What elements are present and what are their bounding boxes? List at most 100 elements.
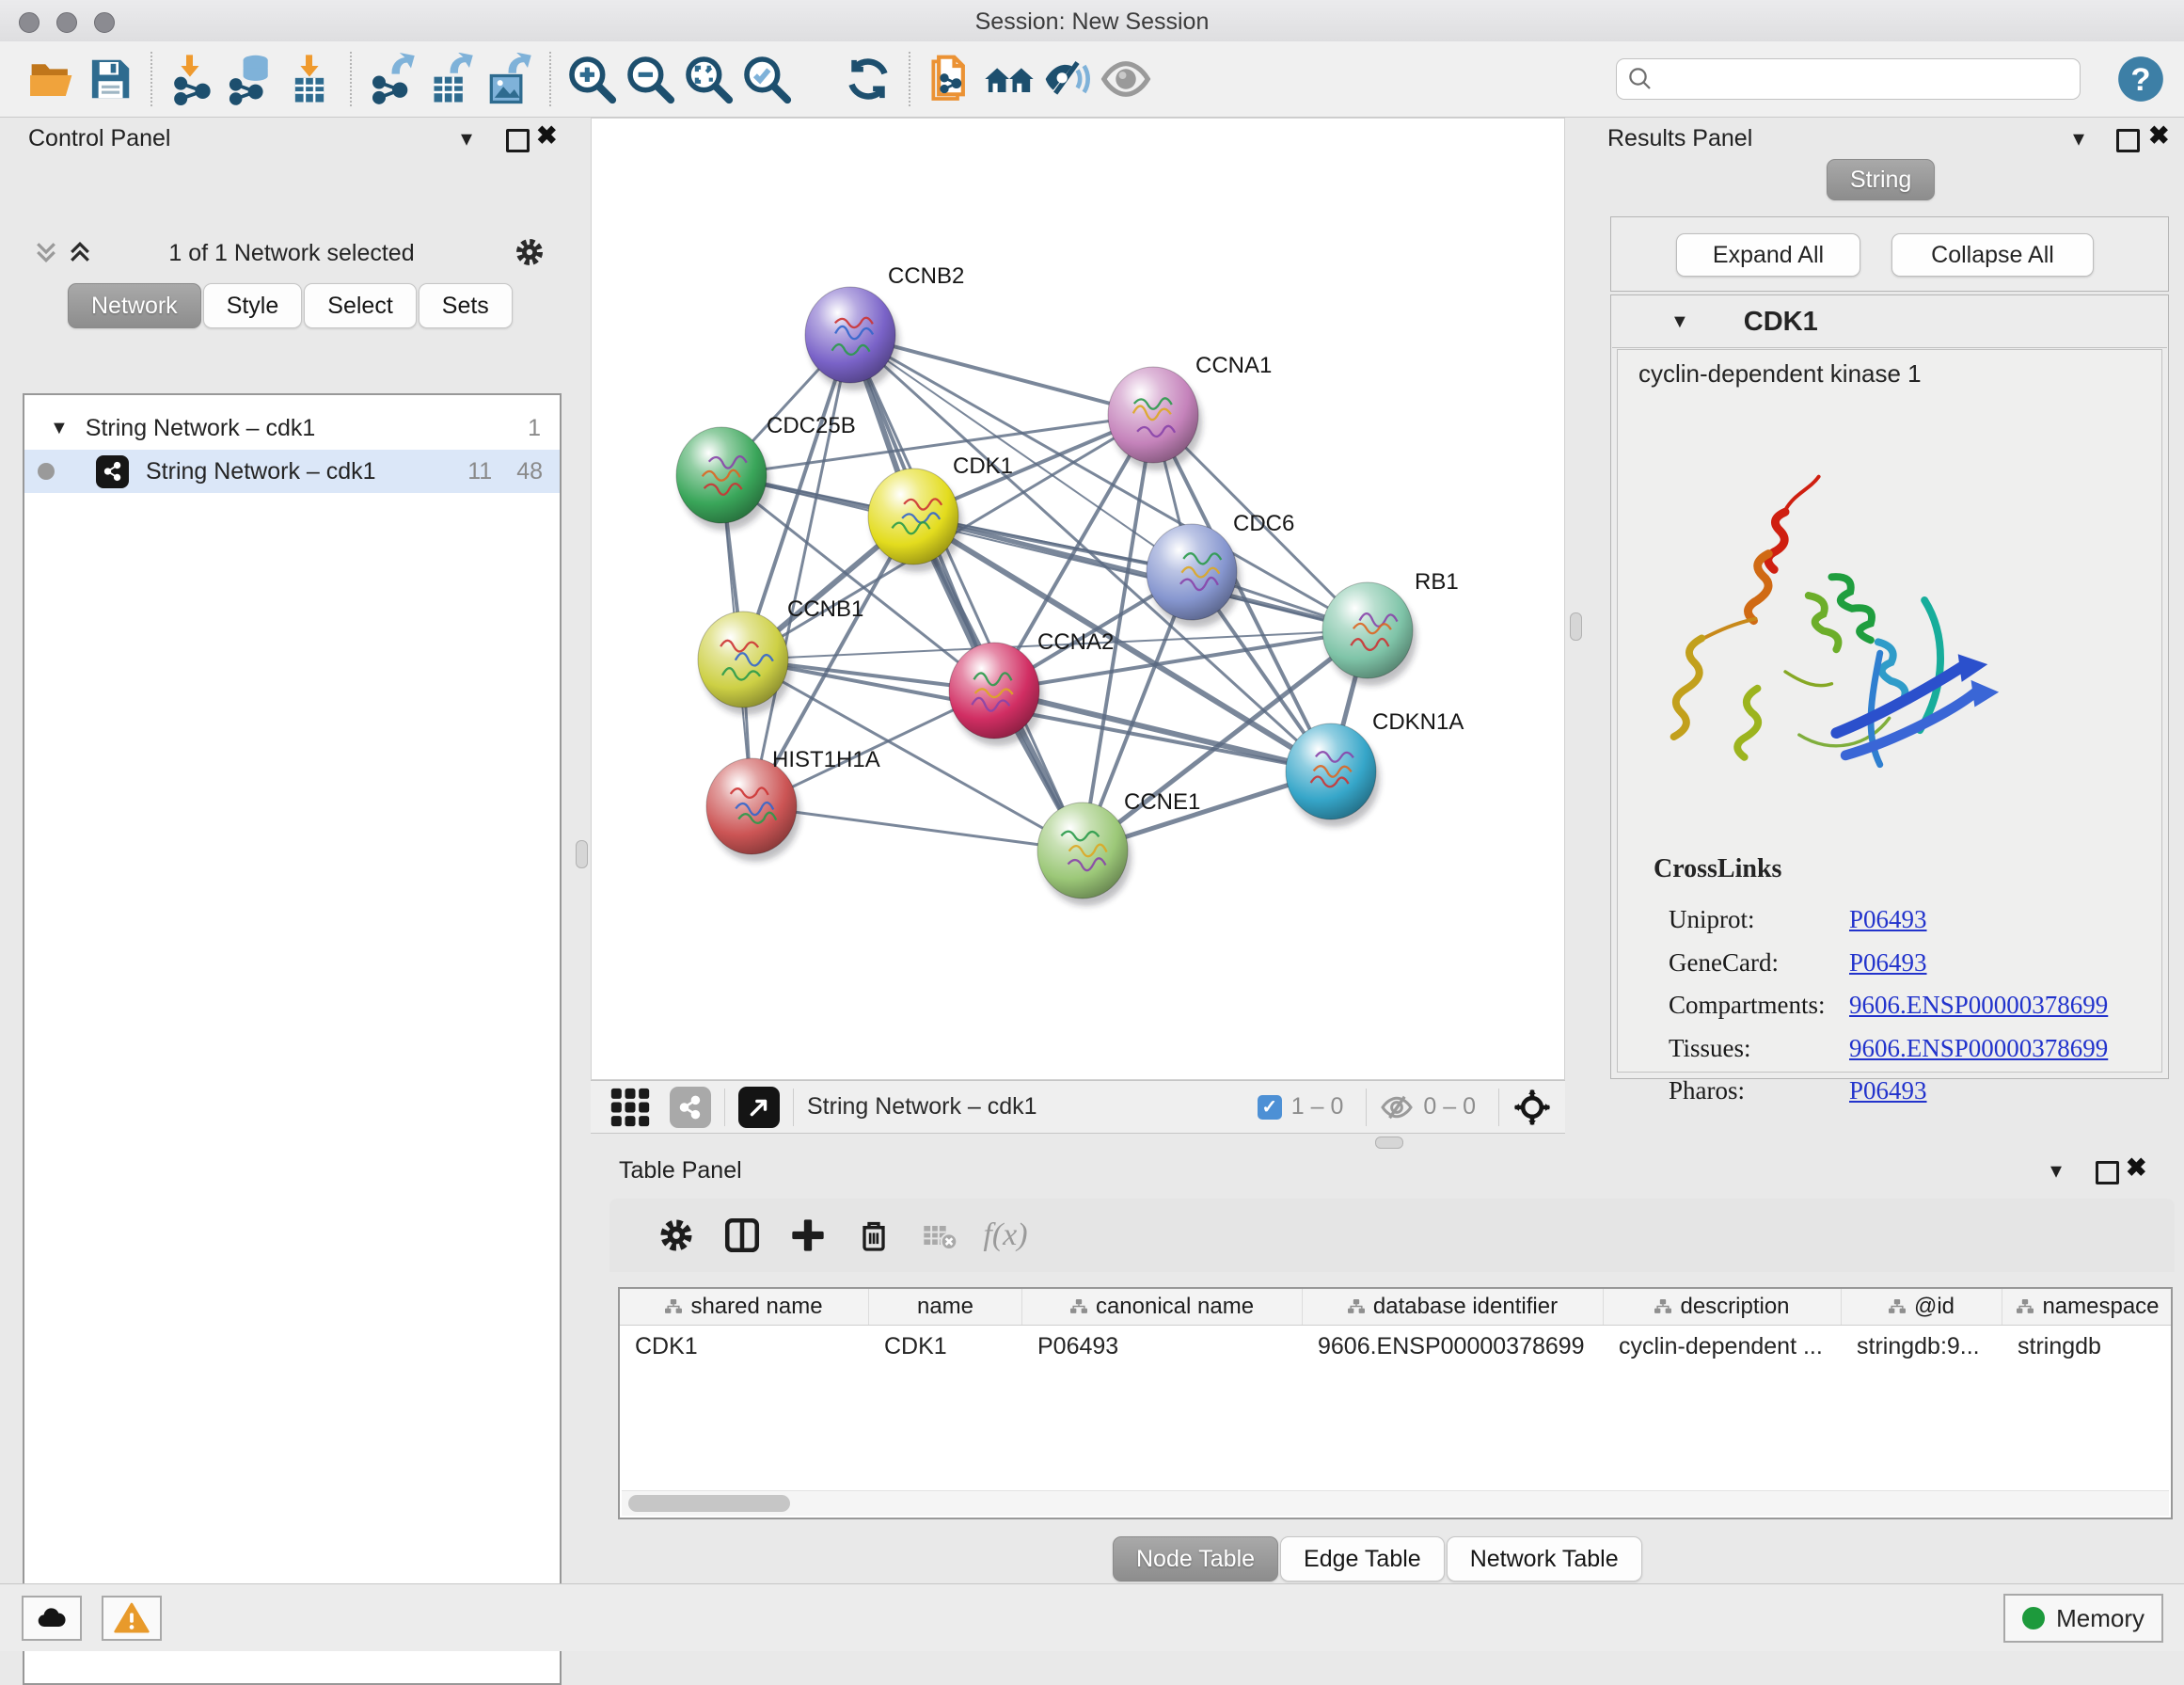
export-image-icon[interactable] — [480, 50, 538, 108]
gene-section-header[interactable]: ▼ CDK1 — [1612, 296, 2167, 348]
delete-column-icon[interactable] — [841, 1207, 907, 1264]
add-column-icon[interactable] — [775, 1207, 841, 1264]
network-node-CCNA1[interactable]: CCNA1 — [1108, 353, 1272, 470]
birdseye-crosshair-icon[interactable] — [1512, 1088, 1552, 1127]
crosslink-compartments-link[interactable]: 9606.ENSP00000378699 — [1849, 991, 2108, 1020]
control-panel-title: Control Panel — [28, 125, 170, 152]
home-icon[interactable] — [980, 50, 1038, 108]
network-collection-row[interactable]: ▼ String Network – cdk1 1 — [24, 406, 560, 450]
column-header-name[interactable]: name — [869, 1289, 1022, 1325]
expand-all-chevron-icon[interactable] — [66, 238, 94, 266]
collapse-all-chevron-icon[interactable] — [32, 238, 60, 266]
search-input[interactable] — [1654, 65, 2070, 93]
delete-table-icon[interactable] — [907, 1207, 973, 1264]
network-row-selected[interactable]: String Network – cdk1 11 48 — [24, 450, 560, 493]
network-node-HIST1H1A[interactable]: HIST1H1A — [706, 747, 880, 862]
import-network-from-file-icon[interactable] — [164, 50, 222, 108]
hidden-eye-icon[interactable] — [1380, 1090, 1414, 1124]
import-table-from-file-icon[interactable] — [280, 50, 339, 108]
cloud-status-button[interactable] — [22, 1596, 82, 1641]
control-panel-float-icon[interactable] — [506, 129, 530, 157]
table-cell[interactable]: CDK1 — [620, 1326, 869, 1367]
export-table-icon[interactable] — [421, 50, 480, 108]
scrollbar-thumb[interactable] — [628, 1495, 790, 1512]
network-node-CDC6[interactable]: CDC6 — [1147, 511, 1294, 628]
crosslink-pharos-link[interactable]: P06493 — [1849, 1076, 1927, 1105]
network-node-CDC25B[interactable]: CDC25B — [676, 413, 856, 531]
network-list: ▼ String Network – cdk1 1 String Network… — [23, 393, 562, 1685]
edge-HIST1H1A-CCNE1[interactable] — [752, 806, 1083, 850]
memory-button[interactable]: Memory — [2003, 1594, 2163, 1643]
search-icon — [1626, 65, 1654, 93]
tab-edge-table[interactable]: Edge Table — [1280, 1536, 1445, 1582]
results-panel-menu-caret-icon[interactable]: ▾ — [2073, 125, 2084, 152]
crosslink-tissues-link[interactable]: 9606.ENSP00000378699 — [1849, 1034, 2108, 1063]
network-view-toolbar: String Network – cdk1 ✓ 1 – 0 0 – 0 — [591, 1080, 1565, 1134]
network-node-CDKN1A[interactable]: CDKN1A — [1286, 709, 1464, 827]
right-splitter-handle[interactable] — [1570, 612, 1582, 641]
tab-node-table[interactable]: Node Table — [1113, 1536, 1278, 1582]
status-bar: Memory — [0, 1583, 2184, 1651]
node-label-RB1: RB1 — [1415, 569, 1459, 595]
control-panel-menu-caret-icon[interactable]: ▾ — [461, 125, 472, 152]
control-panel-close-icon[interactable]: ✖ — [536, 121, 558, 151]
results-panel-close-icon[interactable]: ✖ — [2148, 121, 2170, 151]
horizontal-splitter-handle[interactable] — [1375, 1137, 1403, 1149]
network-canvas[interactable]: CCNB2CCNA1CDC25BCDK1CDC6RB1CCNB1CCNA2CDK… — [591, 118, 1565, 1080]
crosslink-genecard-link[interactable]: P06493 — [1849, 948, 1927, 978]
expand-all-button[interactable]: Expand All — [1676, 233, 1860, 277]
import-network-from-database-icon[interactable] — [222, 50, 280, 108]
control-panel: Control Panel ▾ ✖ NetworkStyleSelectSets… — [0, 118, 591, 1583]
table-panel-title: Table Panel — [619, 1157, 742, 1184]
open-file-icon[interactable] — [23, 50, 81, 108]
zoom-out-icon[interactable] — [621, 50, 679, 108]
network-node-CCNB2[interactable]: CCNB2 — [805, 263, 964, 390]
toolbar-separator — [549, 52, 551, 106]
control-panel-tabs: NetworkStyleSelectSets — [68, 283, 514, 328]
tab-string[interactable]: String — [1827, 159, 1935, 200]
network-node-RB1[interactable]: RB1 — [1322, 569, 1459, 686]
toolbar-separator — [350, 52, 352, 106]
network-label: String Network – cdk1 — [146, 458, 376, 485]
open-in-window-icon[interactable] — [738, 1087, 780, 1128]
tab-sets[interactable]: Sets — [419, 283, 513, 328]
section-caret-icon[interactable]: ▼ — [1670, 311, 1689, 333]
selected-checkbox-icon[interactable]: ✓ — [1258, 1095, 1282, 1120]
tab-select[interactable]: Select — [304, 283, 416, 328]
string-view-icon[interactable] — [670, 1087, 711, 1128]
tree-caret-icon[interactable]: ▼ — [50, 418, 69, 439]
toolbar-separator — [1366, 1089, 1367, 1126]
table-cell[interactable]: 9606.ENSP00000378699 — [1303, 1326, 1604, 1367]
results-panel-float-icon[interactable] — [2116, 129, 2140, 157]
column-header-shared-name[interactable]: shared name — [620, 1289, 869, 1325]
node-label-CCNA2: CCNA2 — [1037, 629, 1114, 655]
edge-CCNB2-HIST1H1A[interactable] — [752, 335, 850, 806]
function-builder-icon[interactable]: f(x) — [973, 1207, 1038, 1264]
tab-network[interactable]: Network — [68, 283, 201, 328]
tab-style[interactable]: Style — [203, 283, 303, 328]
column-header-canonical-name[interactable]: canonical name — [1022, 1289, 1303, 1325]
eye-icon[interactable] — [1097, 50, 1155, 108]
edge-CCNA2-CDKN1A[interactable] — [994, 691, 1331, 771]
hide-graphics-details-icon[interactable] — [1038, 50, 1097, 108]
help-icon[interactable]: ? — [2114, 50, 2167, 108]
left-splitter-handle[interactable] — [576, 840, 588, 868]
export-network-icon[interactable] — [363, 50, 421, 108]
zoom-in-icon[interactable] — [562, 50, 621, 108]
warning-status-button[interactable] — [102, 1596, 162, 1641]
share-file-icon[interactable] — [922, 50, 980, 108]
grid-view-icon[interactable] — [609, 1087, 651, 1128]
table-cell[interactable]: P06493 — [1022, 1326, 1303, 1367]
refresh-icon[interactable] — [839, 50, 897, 108]
crosslink-uniprot-link[interactable]: P06493 — [1849, 905, 1927, 934]
table-gear-icon[interactable] — [643, 1207, 709, 1264]
collapse-all-button[interactable]: Collapse All — [1891, 233, 2094, 277]
edge-CCNB2-CCNE1[interactable] — [850, 335, 1083, 850]
column-header-database-identifier[interactable]: database identifier — [1303, 1289, 1604, 1325]
zoom-selected-icon[interactable] — [737, 50, 796, 108]
show-columns-icon[interactable] — [709, 1207, 775, 1264]
save-session-icon[interactable] — [81, 50, 139, 108]
control-panel-gear-icon[interactable] — [514, 236, 546, 268]
table-cell[interactable]: CDK1 — [869, 1326, 1022, 1367]
zoom-fit-icon[interactable] — [679, 50, 737, 108]
